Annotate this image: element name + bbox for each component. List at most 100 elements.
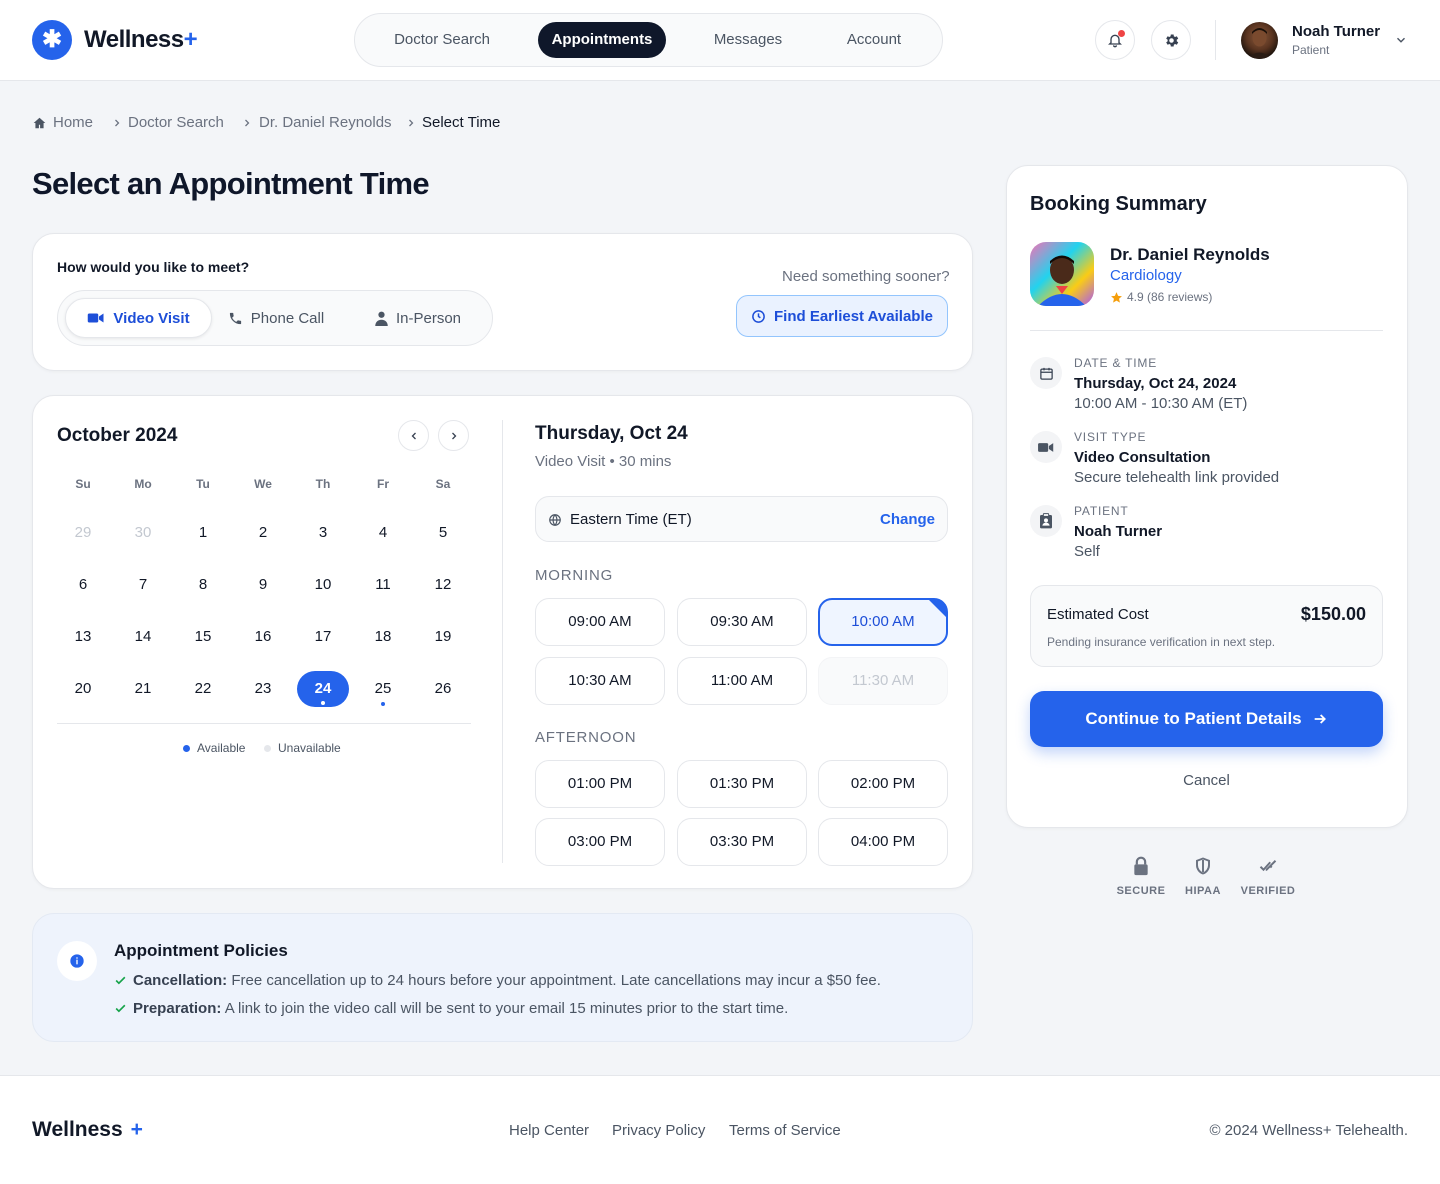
- time-slot[interactable]: 01:00 PM: [535, 760, 665, 808]
- video-camera-icon: [88, 313, 104, 323]
- user-role: Patient: [1292, 43, 1330, 57]
- time-slot[interactable]: 02:00 PM: [818, 760, 948, 808]
- trust-secure-label: SECURE: [1116, 885, 1166, 897]
- calendar-day-number: 30: [134, 524, 152, 541]
- time-slot-selected[interactable]: 10:00 AM: [818, 598, 948, 646]
- shield-icon: [1196, 857, 1210, 875]
- calendar-day[interactable]: 23: [237, 671, 289, 707]
- selected-date: Thursday, Oct 24: [535, 423, 688, 444]
- calendar-day-number: 17: [314, 628, 332, 645]
- legend-unavailable: Unavailable: [264, 741, 341, 755]
- calendar-day[interactable]: 14: [117, 619, 169, 655]
- footer-logo[interactable]: Wellness +: [32, 1118, 143, 1142]
- calendar-day: 30: [117, 515, 169, 551]
- patient-relation: Self: [1074, 543, 1100, 560]
- calendar-day-selected[interactable]: 24: [297, 671, 349, 707]
- calendar-day[interactable]: 21: [117, 671, 169, 707]
- chevron-right-icon: [451, 432, 456, 439]
- calendar-day[interactable]: 5: [417, 515, 469, 551]
- calendar-day[interactable]: 11: [357, 567, 409, 603]
- time-slot[interactable]: 09:30 AM: [677, 598, 807, 646]
- policy-cancellation: Cancellation: Free cancellation up to 24…: [114, 972, 881, 989]
- option-phone-call[interactable]: Phone Call: [221, 298, 331, 338]
- settings-button[interactable]: [1151, 20, 1191, 60]
- breadcrumb-doctor-search[interactable]: Doctor Search: [128, 114, 224, 131]
- calendar-day-number: 1: [198, 524, 208, 541]
- trust-secure: SECURE: [1111, 853, 1171, 897]
- calendar-day[interactable]: 19: [417, 619, 469, 655]
- calendar-day[interactable]: 6: [57, 567, 109, 603]
- time-slot[interactable]: 01:30 PM: [677, 760, 807, 808]
- legend-available-dot: [183, 744, 190, 752]
- calendar-day[interactable]: 4: [357, 515, 409, 551]
- clock-icon: [752, 309, 765, 323]
- calendar-day[interactable]: 1: [177, 515, 229, 551]
- arrow-right-icon: [1314, 714, 1326, 724]
- datetime-date: Thursday, Oct 24, 2024: [1074, 375, 1237, 392]
- user-avatar[interactable]: [1241, 22, 1278, 59]
- footer-help-center[interactable]: Help Center: [509, 1122, 589, 1139]
- calendar-day[interactable]: 7: [117, 567, 169, 603]
- option-video-visit[interactable]: Video Visit: [65, 298, 212, 338]
- brand-logo[interactable]: Wellness+: [84, 26, 198, 54]
- find-earliest-button[interactable]: Find Earliest Available: [736, 295, 948, 337]
- option-in-person[interactable]: In-Person: [358, 298, 478, 338]
- calendar-day[interactable]: 17: [297, 619, 349, 655]
- calendar-day[interactable]: 18: [357, 619, 409, 655]
- doctor-name: Dr. Daniel Reynolds: [1110, 245, 1270, 264]
- calendar-divider: [57, 723, 471, 724]
- logo-asterisk-icon[interactable]: ✱: [32, 20, 72, 60]
- breadcrumb-home[interactable]: Home: [53, 114, 93, 131]
- sooner-text: Need something sooner?: [782, 268, 950, 285]
- calendar-day[interactable]: 16: [237, 619, 289, 655]
- calendar-day[interactable]: 2: [237, 515, 289, 551]
- time-slot[interactable]: 04:00 PM: [818, 818, 948, 866]
- calendar-day[interactable]: 15: [177, 619, 229, 655]
- notifications-button[interactable]: [1095, 20, 1135, 60]
- policies-title: Appointment Policies: [114, 941, 288, 960]
- user-name[interactable]: Noah Turner: [1292, 23, 1380, 40]
- calendar-day[interactable]: 10: [297, 567, 349, 603]
- time-slot-label: 01:00 PM: [567, 775, 633, 792]
- availability-dot: [381, 702, 385, 706]
- time-slot[interactable]: 09:00 AM: [535, 598, 665, 646]
- visit-type-label: VISIT TYPE: [1074, 430, 1147, 444]
- calendar-next-button[interactable]: [438, 420, 469, 451]
- continue-button[interactable]: Continue to Patient Details: [1030, 691, 1383, 747]
- calendar-day[interactable]: 8: [177, 567, 229, 603]
- calendar-day[interactable]: 22: [177, 671, 229, 707]
- calendar-day[interactable]: 3: [297, 515, 349, 551]
- time-slot[interactable]: 03:30 PM: [677, 818, 807, 866]
- time-slot[interactable]: 10:30 AM: [535, 657, 665, 705]
- calendar-day[interactable]: 12: [417, 567, 469, 603]
- time-slot[interactable]: 03:00 PM: [535, 818, 665, 866]
- calendar-day[interactable]: 25: [357, 671, 409, 707]
- chevron-down-icon[interactable]: [1394, 33, 1408, 47]
- calendar-day[interactable]: 13: [57, 619, 109, 655]
- time-slot-label: 03:00 PM: [567, 833, 633, 850]
- cancel-button[interactable]: Cancel: [1030, 772, 1383, 789]
- calendar-day[interactable]: 20: [57, 671, 109, 707]
- header-divider: [1215, 20, 1216, 60]
- time-slot-label: 10:30 AM: [568, 672, 632, 689]
- timezone-change-button[interactable]: Change: [880, 511, 935, 528]
- calendar-icon: [1039, 367, 1053, 380]
- footer-terms[interactable]: Terms of Service: [729, 1122, 841, 1139]
- time-slot-label: 10:00 AM: [851, 613, 915, 630]
- nav-messages[interactable]: Messages: [695, 22, 801, 58]
- calendar-day[interactable]: 26: [417, 671, 469, 707]
- weekday-label: Su: [75, 477, 91, 491]
- footer-privacy-policy[interactable]: Privacy Policy: [612, 1122, 705, 1139]
- time-slot[interactable]: 11:00 AM: [677, 657, 807, 705]
- nav-doctor-search[interactable]: Doctor Search: [375, 22, 509, 58]
- calendar-day[interactable]: 9: [237, 567, 289, 603]
- nav-account[interactable]: Account: [829, 22, 919, 58]
- datetime-time: 10:00 AM - 10:30 AM (ET): [1074, 395, 1248, 412]
- breadcrumb-doctor[interactable]: Dr. Daniel Reynolds: [259, 114, 392, 131]
- calendar-day-number: 7: [138, 576, 148, 593]
- legend-available-label: Available: [197, 741, 246, 755]
- nav-appointments[interactable]: Appointments: [538, 22, 666, 58]
- calendar-prev-button[interactable]: [398, 420, 429, 451]
- calendar-day-number: 9: [258, 576, 268, 593]
- weekday-label: Mo: [134, 477, 152, 491]
